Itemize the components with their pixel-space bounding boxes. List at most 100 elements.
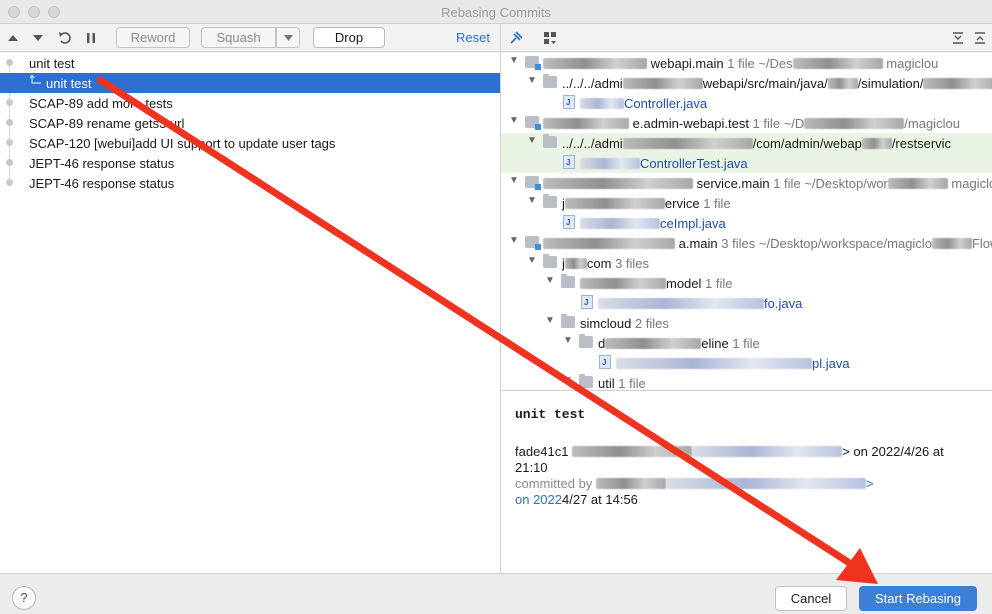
commit-subject: unit test (46, 76, 92, 91)
undo-icon[interactable] (56, 28, 74, 48)
module-path-end: magiclou (886, 56, 939, 71)
help-button[interactable]: ? (12, 586, 36, 610)
java-file-icon (563, 95, 575, 109)
folder-icon (579, 374, 593, 388)
commit-subject: JEPT-46 response status (29, 156, 175, 171)
dir-name: simcloud (580, 316, 632, 331)
window-title: Rebasing Commits (441, 5, 551, 20)
commit-date: 4/27 at 14:56 (562, 492, 638, 507)
tree-module-row[interactable]: ▼ e.admin-webapi.test 1 file ~/D/magiclo… (501, 113, 992, 133)
file-name: ControllerTest.java (640, 156, 748, 171)
author-date: on 2022/4/26 at (853, 444, 944, 459)
move-up-icon[interactable] (4, 28, 22, 48)
file-name: fo.java (764, 296, 803, 311)
changes-tree: ▼ webapi.main 1 file ~/Des magiclou ▼ ..… (501, 53, 992, 390)
group-icon[interactable] (541, 28, 559, 48)
pin-icon[interactable] (507, 28, 525, 48)
file-count: 1 file (773, 176, 801, 191)
file-count: 3 files (615, 256, 650, 271)
tree-module-row[interactable]: ▼ a.main 3 files ~/Desktop/workspace/mag… (501, 233, 992, 253)
commit-dot (6, 59, 13, 66)
changes-toolbar (501, 24, 992, 52)
module-path-end: magiclou (951, 176, 992, 191)
reword-button[interactable]: Reword (116, 27, 190, 48)
dialog-footer: ? Cancel Start Rebasing (0, 573, 992, 614)
start-rebasing-button[interactable]: Start Rebasing (859, 586, 977, 611)
chevron-down-icon: ▼ (527, 195, 537, 206)
committed-by-label: committed by (515, 476, 593, 491)
chevron-down-icon: ▼ (509, 55, 519, 66)
commit-subject: SCAP-89 rename gets3 url (29, 116, 185, 131)
commit-subject: SCAP-120 [webui]add UI support to update… (29, 136, 336, 151)
chevron-down-icon: ▼ (563, 335, 573, 346)
commit-dot (6, 179, 13, 186)
module-icon (525, 116, 541, 130)
commit-row[interactable]: JEPT-46 response status (0, 153, 500, 173)
java-file-icon (581, 295, 593, 309)
commit-toolbar: Reword Squash Drop Reset (0, 24, 500, 52)
chevron-down-icon (283, 34, 293, 41)
dir-path: d (598, 336, 606, 351)
commit-details-subject: unit test (515, 407, 586, 422)
dir-path: /com/admin/webap (752, 136, 862, 151)
dir-path: model (666, 276, 702, 291)
chevron-down-icon: ▼ (509, 175, 519, 186)
commit-list: unit test unit test SCAP-89 add more tes… (0, 53, 500, 573)
commit-dot (6, 119, 13, 126)
cancel-button[interactable]: Cancel (775, 586, 847, 611)
tree-dir-row[interactable]: ▼ d eline 1 file (501, 333, 992, 353)
commit-dot (6, 99, 13, 106)
dir-name: util (598, 376, 615, 390)
file-count: 1 file (703, 196, 731, 211)
tree-file-row[interactable]: fo.java (501, 293, 992, 313)
tree-module-row[interactable]: ▼ webapi.main 1 file ~/Des magiclou (501, 53, 992, 73)
commit-date-prefix: on 2022 (515, 492, 562, 507)
dir-path: /restservic (891, 136, 952, 151)
dir-path: ervice (664, 196, 700, 211)
tree-file-row-highlighted[interactable]: ControllerTest.java (501, 153, 992, 173)
folder-icon (543, 74, 557, 88)
squash-button[interactable]: Squash (201, 27, 276, 48)
module-path: ~/Desktop/wor (804, 176, 888, 191)
tree-dir-row[interactable]: ▼ util 1 file (501, 373, 992, 390)
folder-icon (561, 274, 575, 288)
collapse-all-icon[interactable] (971, 28, 989, 48)
move-down-icon[interactable] (29, 28, 47, 48)
folder-icon (543, 134, 557, 148)
squash-options-button[interactable] (276, 27, 300, 48)
tree-file-row[interactable]: Controller.java (501, 93, 992, 113)
commit-row[interactable]: SCAP-120 [webui]add UI support to update… (0, 133, 500, 153)
tree-dir-row[interactable]: ▼ ../../../admi webapi/src/main/java/ /sim… (501, 73, 992, 93)
reset-link[interactable]: Reset (456, 30, 490, 45)
commit-details-meta: fade41c1 > on 2022/4/26 at 21:10 committ… (515, 444, 944, 507)
title-bar: Rebasing Commits (0, 0, 992, 24)
pause-icon[interactable] (82, 28, 100, 48)
tree-file-row[interactable]: ceImpl.java (501, 213, 992, 233)
tree-dir-row[interactable]: ▼ j com 3 files (501, 253, 992, 273)
module-path-end: Flow3 (971, 236, 992, 251)
drop-button[interactable]: Drop (313, 27, 385, 48)
tree-dir-row[interactable]: ▼ j ervice 1 file (501, 193, 992, 213)
commit-hash: fade41c1 (515, 444, 569, 459)
expand-all-icon[interactable] (949, 28, 967, 48)
java-file-icon (563, 215, 575, 229)
tree-file-row[interactable]: pl.java (501, 353, 992, 373)
commit-row-selected[interactable]: unit test (0, 73, 500, 93)
commit-row[interactable]: JEPT-46 response status (0, 173, 500, 193)
module-icon (525, 236, 541, 250)
module-name: a.main (678, 236, 718, 251)
chevron-down-icon: ▼ (527, 255, 537, 266)
commit-row[interactable]: SCAP-89 rename gets3 url (0, 113, 500, 133)
file-count: 1 file (727, 56, 755, 71)
module-path: ~/Des (758, 56, 793, 71)
commit-row[interactable]: unit test (0, 53, 500, 73)
tree-dir-row[interactable]: ▼ simcloud 2 files (501, 313, 992, 333)
tree-dir-row[interactable]: ▼ model 1 file (501, 273, 992, 293)
fixup-icon (29, 73, 42, 90)
commit-row[interactable]: SCAP-89 add more tests (0, 93, 500, 113)
tree-dir-row-highlighted[interactable]: ▼ ../../../admi/com/admin/webap/restserv… (501, 133, 992, 153)
chevron-right-icon: ▼ (563, 375, 573, 386)
tree-module-row[interactable]: ▼ service.main 1 file ~/Desktop/wor magi… (501, 173, 992, 193)
file-name: ceImpl.java (660, 216, 726, 231)
commit-dot (6, 159, 13, 166)
